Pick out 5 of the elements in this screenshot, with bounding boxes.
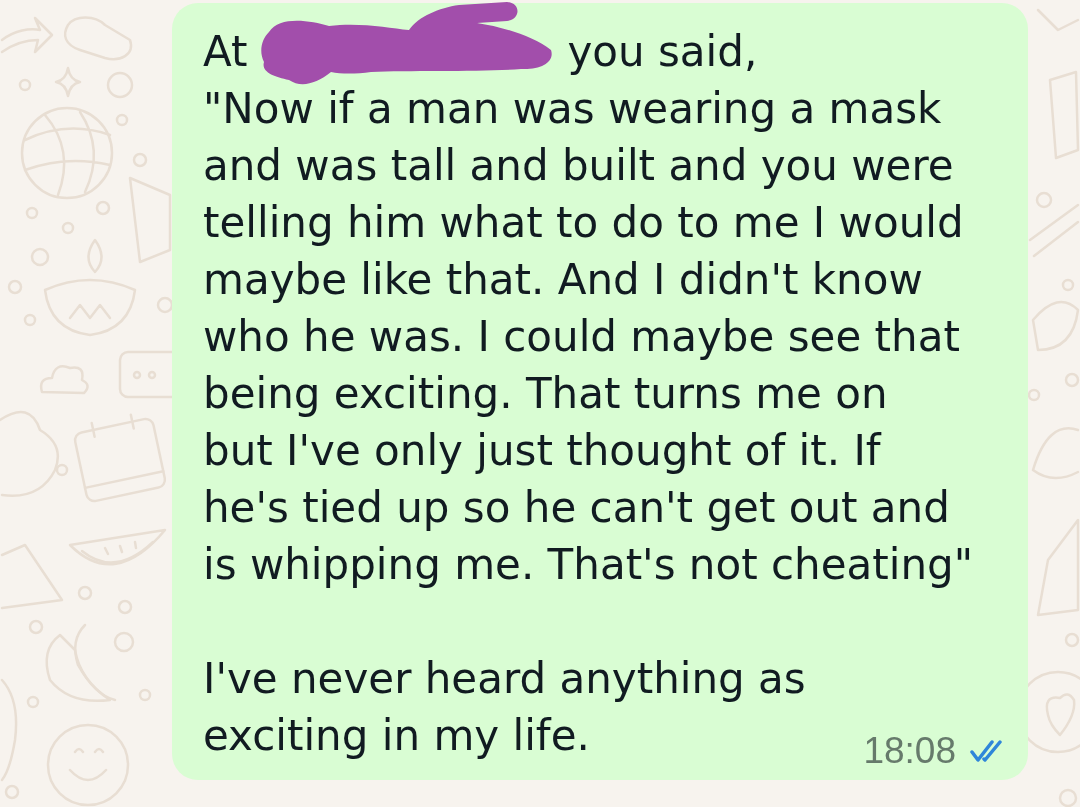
message-text: "Now if a man was wearing a mask and was tall and built and you were telling him what to do to me I would maybe like that. And I didn't know who he was. I could maybe see that being exciting. That turns me on but I've only just thought of it. If he's tied up so he can't get out and is whipping me. That's not cheating" bbox=[203, 83, 974, 591]
message-time: 18:08 bbox=[863, 731, 956, 771]
message-text: I've never heard anything as exciting in my life. bbox=[203, 653, 806, 762]
message-text: At bbox=[203, 26, 248, 78]
message-text: you said, bbox=[567, 26, 758, 78]
